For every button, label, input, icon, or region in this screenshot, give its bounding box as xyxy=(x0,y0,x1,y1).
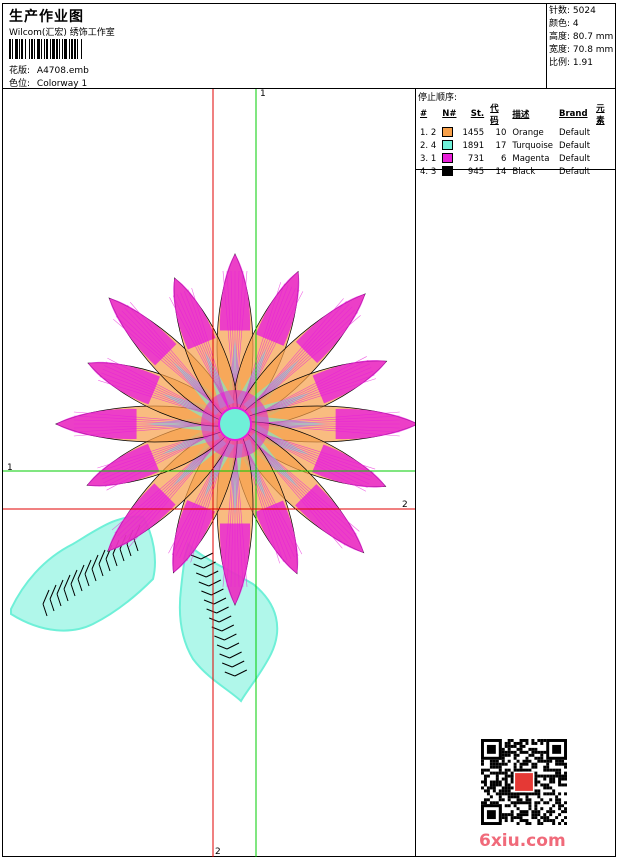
row-code: 17 xyxy=(495,140,507,151)
header-divider-vertical xyxy=(546,4,547,88)
center-core xyxy=(218,407,252,441)
worksheet: 生产作业图 Wilcom(汇宏) 绣饰工作室 花版: A4708.emb 色位:… xyxy=(2,3,616,857)
color-swatch-cell xyxy=(439,165,459,178)
color-swatch-cell xyxy=(439,139,459,152)
design-stats: 针数: 5024 颜色: 4 高度: 80.7 mm 宽度: 70.8 mm 比… xyxy=(549,5,613,70)
watermark: 6xiu.com xyxy=(479,831,566,851)
green-vertical-axis-label: 1 xyxy=(260,89,266,99)
design-scale: 比例: 1.91 xyxy=(549,58,593,68)
stop-sequence-table: # N# St. 代码 描述 Brand 元素 1. 2 1455 10 Orange… xyxy=(417,102,615,178)
color-swatch-cell xyxy=(439,126,459,139)
embroidery-artwork xyxy=(3,89,419,857)
right-panel-divider xyxy=(415,89,416,857)
row-code: 6 xyxy=(500,153,507,164)
row-brand: Default xyxy=(559,127,591,138)
row-code: 10 xyxy=(495,127,507,138)
row-element xyxy=(593,126,615,139)
color-swatch xyxy=(442,127,454,138)
row-element xyxy=(593,165,615,178)
flower-center xyxy=(201,390,269,458)
row-index: 3. 1 xyxy=(420,153,437,164)
table-row: 3. 1 731 6 Magenta Default xyxy=(417,152,615,165)
design-label: 花版: xyxy=(9,66,31,76)
row-index: 4. 3 xyxy=(420,166,437,177)
row-element xyxy=(593,139,615,152)
red-horizontal-axis-label: 2 xyxy=(402,500,408,510)
col-header-brand: Brand xyxy=(559,109,588,119)
col-header-index: # xyxy=(420,109,428,119)
col-header-description: 描述 xyxy=(512,110,530,120)
row-index: 1. 2 xyxy=(420,127,437,138)
col-header-element: 元素 xyxy=(596,104,605,126)
col-header-code: 代码 xyxy=(490,104,499,126)
color-count: 颜色: 4 xyxy=(549,19,579,29)
row-description: Orange xyxy=(512,127,544,138)
stitch-count: 针数: 5024 xyxy=(549,6,596,16)
table-row: 4. 3 945 14 Black Default xyxy=(417,165,615,178)
studio-name: Wilcom(汇宏) 绣饰工作室 xyxy=(9,28,115,38)
green-horizontal-axis-label: 1 xyxy=(7,463,13,473)
row-description: Turquoise xyxy=(512,140,553,151)
row-stitches: 945 xyxy=(467,166,485,177)
table-row: 1. 2 1455 10 Orange Default xyxy=(417,126,615,139)
color-swatch xyxy=(442,140,454,151)
color-swatch-cell xyxy=(439,152,459,165)
row-brand: Default xyxy=(559,140,591,151)
barcode xyxy=(9,39,123,59)
row-description: Magenta xyxy=(512,153,550,164)
row-brand: Default xyxy=(559,166,591,177)
design-file-line: 花版: A4708.emb xyxy=(9,63,89,76)
color-swatch xyxy=(442,153,454,164)
design-width: 宽度: 70.8 mm xyxy=(549,45,614,55)
row-index: 2. 4 xyxy=(420,140,437,151)
design-preview: 1 1 2 2 xyxy=(3,89,419,857)
table-header-row: # N# St. 代码 描述 Brand 元素 xyxy=(417,102,615,126)
row-element xyxy=(593,152,615,165)
table-row: 2. 4 1891 17 Turquoise Default xyxy=(417,139,615,152)
design-height: 高度: 80.7 mm xyxy=(549,32,614,42)
stop-sequence-panel: 停止顺序: # N# St. 代码 描述 Brand 元素 1. 2 1455 10… xyxy=(415,89,615,177)
row-code: 14 xyxy=(495,166,507,177)
col-header-needle: N# xyxy=(442,109,457,119)
page-title: 生产作业图 xyxy=(9,9,84,25)
row-stitches: 1455 xyxy=(462,127,485,138)
row-brand: Default xyxy=(559,153,591,164)
row-stitches: 1891 xyxy=(462,140,485,151)
color-swatch xyxy=(442,166,454,177)
row-stitches: 731 xyxy=(467,153,485,164)
qr-code xyxy=(481,739,567,825)
design-value: A4708.emb xyxy=(36,66,89,76)
col-header-stitches: St. xyxy=(470,109,485,119)
red-vertical-axis-label: 2 xyxy=(215,847,221,857)
row-description: Black xyxy=(512,166,536,177)
